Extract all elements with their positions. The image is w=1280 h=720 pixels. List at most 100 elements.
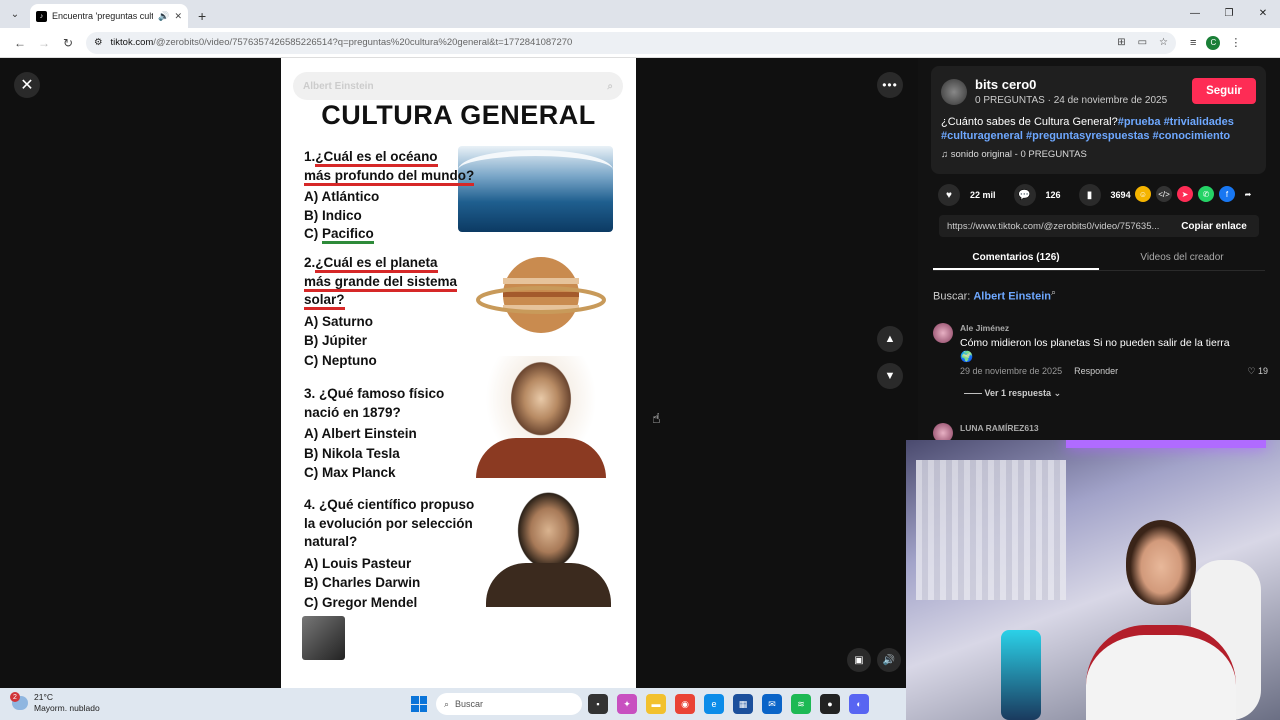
search-suggestion[interactable]: Buscar: Albert Einstein⌕ (933, 287, 1056, 303)
video-title: CULTURA GENERAL (321, 100, 596, 130)
reply-button[interactable]: Responder (1074, 366, 1118, 376)
sound-link[interactable]: ♫ sonido original - 0 PREGUNTAS (941, 149, 1087, 160)
brain-thumbnail-image (302, 616, 345, 660)
engagement-stats: ♥ 22 mil 💬 126 ▮ 3694 (938, 184, 1131, 206)
task-view-icon[interactable]: ▪ (588, 694, 608, 714)
webcam-overlay (906, 440, 1280, 720)
bookmark-star-icon[interactable]: ☆ (1159, 37, 1168, 48)
spotify-icon[interactable]: ≋ (791, 694, 811, 714)
search-icon-small: ⌕ (1050, 287, 1057, 297)
windows-start-icon[interactable] (411, 696, 427, 712)
outlook-icon[interactable]: ✉ (762, 694, 782, 714)
close-tab-icon[interactable]: ✕ (174, 11, 182, 22)
led-light (1066, 440, 1266, 448)
weather-widget[interactable]: 2 21°C Mayorm. nublado (10, 692, 100, 714)
translate-icon[interactable]: ⊞ (1117, 37, 1125, 48)
globe-emoji-icon: 🌍 (960, 351, 974, 363)
more-options-icon[interactable]: ••• (877, 72, 903, 98)
comment-text: Cómo midieron los planetas Si no pueden … (960, 337, 1230, 363)
hand-cursor-icon: ☝ (652, 410, 661, 426)
facebook-icon[interactable]: f (1219, 186, 1235, 202)
menu-icon[interactable]: ⋮ (1230, 36, 1241, 49)
volume-icon[interactable]: 🔊 (877, 648, 901, 672)
friends-share-icon[interactable]: ☺ (1135, 186, 1151, 202)
taskbar-apps: ▪ ✦ ▬ ◉ e ▦ ✉ ≋ ● ◐ (588, 694, 869, 714)
back-icon[interactable]: ← (8, 36, 32, 50)
restore-icon[interactable]: ❐ (1212, 0, 1246, 26)
author-avatar[interactable] (941, 79, 967, 105)
window-close-icon[interactable]: ✕ (1246, 0, 1280, 26)
media-icon[interactable]: ≡ (1190, 37, 1196, 49)
question-2: 2.¿Cuál es el planeta más grande del sis… (304, 255, 458, 368)
question-1: 1.¿Cuál es el océano más profundo del mu… (304, 148, 475, 244)
browser-toolbar: ← → ↻ ⚙ tiktok.com/@zerobits0/video/7576… (0, 28, 1280, 58)
store-icon[interactable]: ▦ (733, 694, 753, 714)
reload-icon[interactable]: ↻ (56, 36, 80, 50)
windows-taskbar: 2 21°C Mayorm. nublado ⌕ Buscar ▪ ✦ ▬ ◉ e … (0, 688, 906, 720)
author-name[interactable]: bits cero0 (975, 77, 1036, 92)
pip-icon[interactable]: ▣ (847, 648, 871, 672)
tab-comments[interactable]: Comentarios (126) (933, 247, 1099, 270)
video-frame[interactable]: Albert Einstein ⌕ CULTURA GENERAL 1.¿Cuá… (281, 58, 636, 688)
tesla-coat (486, 563, 611, 607)
question-4: 4. ¿Qué científico propuso la evolución … (304, 497, 475, 610)
view-replies-button[interactable]: —— Ver 1 respuesta ⌄ (964, 388, 1061, 399)
commenter-avatar[interactable] (933, 323, 953, 343)
music-note-icon: ♫ (941, 149, 949, 160)
chrome-icon[interactable]: ◉ (675, 694, 695, 714)
browser-tab[interactable]: ♪ Encuentra 'preguntas cultu 🔊 ✕ (30, 4, 188, 28)
speaker-icon[interactable]: 🔊 (158, 11, 169, 22)
video-link: https://www.tiktok.com/@zerobits0/video/… (947, 220, 1160, 232)
microphone (1001, 630, 1041, 720)
file-explorer-icon[interactable]: ▬ (646, 694, 666, 714)
share-icons: ☺ </> ➤ ✆ f ➦ (1135, 186, 1256, 202)
share-arrow-icon[interactable]: ➦ (1240, 186, 1256, 202)
copy-link-button[interactable]: Copiar enlace (1169, 221, 1259, 232)
notification-badge: 2 (10, 692, 20, 702)
tab-title: Encuentra 'preguntas cultu (52, 11, 154, 21)
cloud-icon: 2 (10, 692, 28, 710)
taskbar-search[interactable]: ⌕ Buscar (436, 693, 582, 715)
video-info-card: bits cero0 0 PREGUNTAS · 24 de noviembre… (931, 66, 1266, 174)
browser-tabbar: ⌄ ♪ Encuentra 'preguntas cultu 🔊 ✕ + — ❐… (0, 0, 1280, 28)
chevron-down-icon[interactable]: ▼ (877, 363, 903, 389)
forward-icon[interactable]: → (32, 36, 56, 50)
app-icon[interactable]: ● (820, 694, 840, 714)
profile-avatar[interactable]: C (1206, 35, 1221, 50)
send-icon[interactable]: ➤ (1177, 186, 1193, 202)
hashtags[interactable]: #prueba #trivialidades (1118, 116, 1234, 128)
window-controls: — ❐ ✕ (1178, 0, 1280, 26)
hashtags-2[interactable]: #culturageneral #preguntasyrespuestas #c… (941, 130, 1230, 142)
url-text: tiktok.com/@zerobits0/video/757635742658… (110, 37, 573, 48)
jupiter-image (476, 257, 606, 333)
comment-meta: 29 de noviembre de 2025 Responder (960, 366, 1119, 376)
curtain (916, 460, 1066, 600)
bookmark-icon[interactable]: ▮ (1078, 184, 1101, 206)
video-description: ¿Cuánto sabes de Cultura General?#prueba… (941, 116, 1234, 142)
follow-button[interactable]: Seguir (1192, 78, 1256, 104)
close-icon[interactable]: ✕ (14, 72, 40, 98)
commenter-name[interactable]: Ale Jiménez (960, 323, 1009, 333)
wave-crest (458, 150, 613, 190)
minimize-icon[interactable]: — (1178, 0, 1212, 26)
tab-search-icon[interactable]: ⌄ (4, 3, 26, 25)
comment-icon[interactable]: 💬 (1013, 184, 1036, 206)
discord-icon[interactable]: ◐ (849, 694, 869, 714)
chevron-up-icon[interactable]: ▲ (877, 326, 903, 352)
whatsapp-icon[interactable]: ✆ (1198, 186, 1214, 202)
video-sidebar: bits cero0 0 PREGUNTAS · 24 de noviembre… (918, 58, 1280, 443)
streamer-shirt (1086, 625, 1236, 720)
comment-like[interactable]: ♡ 19 (1247, 366, 1268, 377)
commenter-name[interactable]: LUNA RAMÍREZ613 (960, 423, 1039, 433)
new-tab-icon[interactable]: + (198, 8, 206, 24)
tab-creator-videos[interactable]: Videos del creador (1099, 247, 1265, 270)
copilot-icon[interactable]: ✦ (617, 694, 637, 714)
copy-link-row: https://www.tiktok.com/@zerobits0/video/… (939, 215, 1259, 237)
embed-icon[interactable]: </> (1156, 186, 1172, 202)
cast-icon[interactable]: ▭ (1138, 37, 1147, 48)
edge-icon[interactable]: e (704, 694, 724, 714)
search-icon: ⌕ (444, 698, 450, 709)
heart-icon[interactable]: ♥ (938, 184, 960, 206)
site-info-icon[interactable]: ⚙ (94, 37, 103, 48)
address-bar[interactable]: ⚙ tiktok.com/@zerobits0/video/7576357426… (86, 31, 1176, 54)
